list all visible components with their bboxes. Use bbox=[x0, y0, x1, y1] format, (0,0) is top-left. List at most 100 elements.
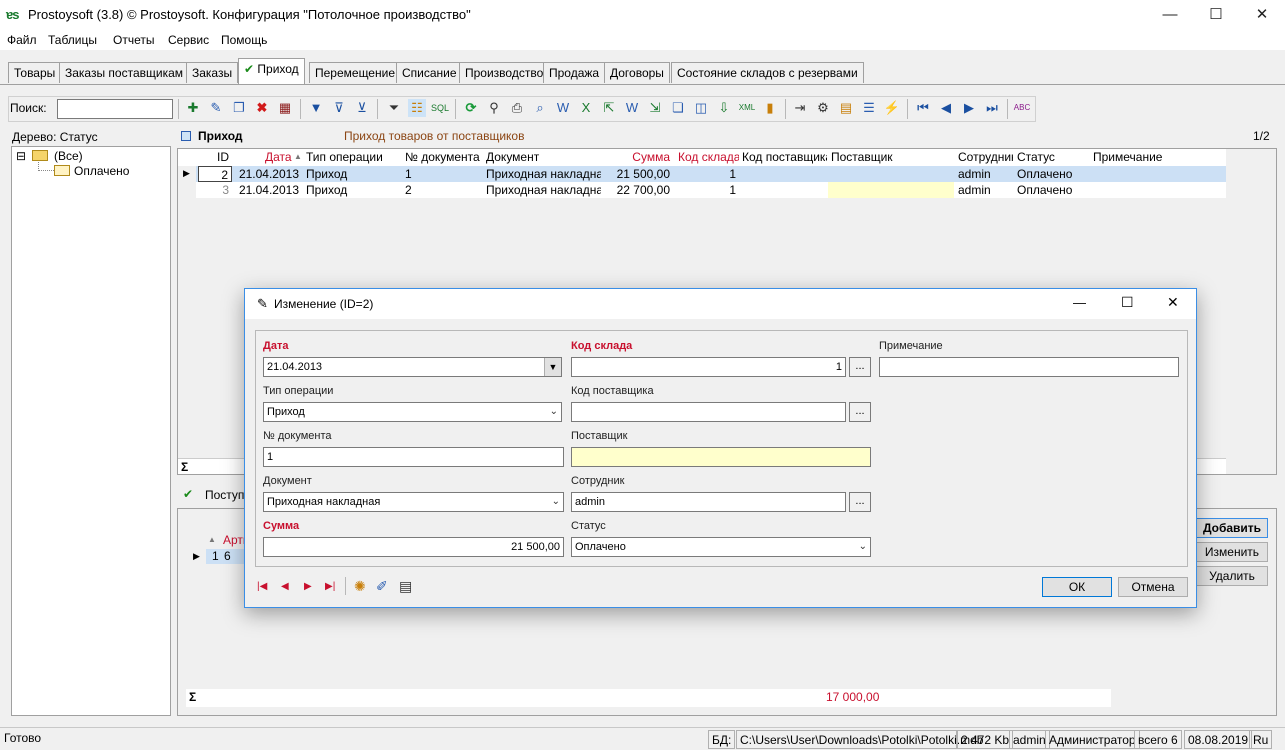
menu-reports[interactable]: Отчеты bbox=[113, 33, 154, 47]
tab-sales[interactable]: Продажа bbox=[543, 62, 606, 83]
minimize-button[interactable]: — bbox=[1147, 0, 1193, 30]
employee-field[interactable]: admin bbox=[571, 492, 846, 512]
detail-cell-article[interactable]: 6 bbox=[224, 549, 231, 563]
cell-date[interactable]: 21.04.2013 bbox=[232, 166, 302, 182]
cell-employee[interactable]: admin bbox=[955, 166, 1013, 182]
cell-supplier[interactable] bbox=[828, 182, 954, 198]
prev-record-icon[interactable]: ◀ bbox=[281, 581, 289, 592]
delete-button[interactable]: Удалить bbox=[1196, 566, 1268, 586]
col-id[interactable]: ID bbox=[214, 149, 236, 165]
maximize-button[interactable]: ☐ bbox=[1193, 0, 1239, 30]
export-xml-icon[interactable]: XML bbox=[738, 99, 756, 117]
tab-income[interactable]: ✔ Приход bbox=[238, 58, 305, 84]
filter-selection-icon[interactable]: ⏷ bbox=[385, 99, 403, 117]
menu-file[interactable]: Файл bbox=[7, 33, 37, 47]
tree-expander-icon[interactable]: ⊟ bbox=[16, 149, 26, 163]
cancel-button[interactable]: Отмена bbox=[1118, 577, 1188, 597]
cell-supplier[interactable] bbox=[828, 166, 954, 182]
cell-supplier-code[interactable] bbox=[739, 182, 827, 198]
col-supplier[interactable]: Поставщик bbox=[828, 149, 954, 165]
tab-production[interactable]: Производство bbox=[459, 62, 550, 83]
first-record-icon[interactable]: |◀ bbox=[257, 581, 267, 592]
note-field[interactable] bbox=[879, 357, 1179, 377]
tab-supplier-orders[interactable]: Заказы поставщикам bbox=[59, 62, 190, 83]
cell-note[interactable] bbox=[1090, 166, 1210, 182]
filter-icon[interactable]: ▼ bbox=[307, 99, 325, 117]
col-sum[interactable]: Сумма bbox=[603, 149, 673, 165]
last-record-icon[interactable]: ▶| bbox=[325, 581, 335, 592]
col-warehouse[interactable]: Код склада bbox=[675, 149, 739, 165]
next-record-icon[interactable]: ▶ bbox=[304, 581, 312, 592]
export-arrow-icon[interactable]: ⇲ bbox=[646, 99, 664, 117]
cell-sum[interactable]: 21 500,00 bbox=[603, 166, 673, 182]
tab-warehouse-state[interactable]: Состояние складов с резервами bbox=[671, 62, 864, 83]
import-icon[interactable]: ⇥ bbox=[791, 99, 809, 117]
detail-cell-num[interactable]: 1 bbox=[212, 549, 219, 563]
export-word-alt-icon[interactable]: W bbox=[623, 99, 641, 117]
supplier-code-field[interactable] bbox=[571, 402, 846, 422]
col-op-type[interactable]: Тип операции bbox=[303, 149, 399, 165]
employee-lookup-button[interactable]: ... bbox=[849, 492, 871, 512]
print-icon[interactable]: ⎙ bbox=[508, 99, 526, 117]
ok-button[interactable]: ОК bbox=[1042, 577, 1112, 597]
cell-note[interactable] bbox=[1090, 182, 1210, 198]
columns-icon[interactable]: ☰ bbox=[860, 99, 878, 117]
cell-date[interactable]: 21.04.2013 bbox=[232, 182, 302, 198]
cell-doc-num[interactable]: 2 bbox=[402, 182, 482, 198]
dialog-maximize-button[interactable]: ☐ bbox=[1121, 294, 1134, 311]
cell-status[interactable]: Оплачено bbox=[1014, 182, 1090, 198]
cell-employee[interactable]: admin bbox=[955, 182, 1013, 198]
dialog-close-button[interactable]: ✕ bbox=[1167, 294, 1179, 311]
add-record-icon[interactable]: ✚ bbox=[184, 99, 202, 117]
col-status[interactable]: Статус bbox=[1014, 149, 1090, 165]
export-word-icon[interactable]: W bbox=[554, 99, 572, 117]
cell-op-type[interactable]: Приход bbox=[303, 182, 399, 198]
cell-op-type[interactable]: Приход bbox=[303, 166, 399, 182]
col-document[interactable]: Документ bbox=[483, 149, 601, 165]
preview-icon[interactable]: ⌕ bbox=[531, 99, 549, 117]
export-html-icon[interactable]: ◫ bbox=[692, 99, 710, 117]
menu-help[interactable]: Помощь bbox=[221, 33, 267, 47]
next-record-icon[interactable]: ▶ bbox=[960, 99, 978, 117]
delete-record-icon[interactable]: ✖ bbox=[253, 99, 271, 117]
filter-reset-icon[interactable]: ⊻ bbox=[353, 99, 371, 117]
table-row[interactable]: 3 21.04.2013 Приход 2 Приходная накладна… bbox=[196, 182, 1226, 198]
paint-icon[interactable]: ✺ bbox=[354, 578, 366, 595]
detail-row[interactable]: 1 6 bbox=[206, 549, 246, 564]
tab-writeoff[interactable]: Списание bbox=[396, 62, 463, 83]
col-doc-num[interactable]: № документа bbox=[402, 149, 482, 165]
cell-warehouse[interactable]: 1 bbox=[675, 182, 739, 198]
cell-supplier-code[interactable] bbox=[739, 166, 827, 182]
col-employee[interactable]: Сотрудник bbox=[955, 149, 1013, 165]
export-doc-icon[interactable]: ❏ bbox=[669, 99, 687, 117]
table-settings-icon[interactable]: ▤ bbox=[837, 99, 855, 117]
edit-button[interactable]: Изменить bbox=[1196, 542, 1268, 562]
chevron-down-icon[interactable]: ▼ bbox=[544, 358, 561, 376]
binoculars-icon[interactable]: ⚲ bbox=[485, 99, 503, 117]
cell-warehouse[interactable]: 1 bbox=[675, 166, 739, 182]
report-icon[interactable]: ▤ bbox=[399, 578, 412, 595]
date-field[interactable]: 21.04.2013 ▼ bbox=[263, 357, 562, 377]
tree-item-all[interactable]: (Все) bbox=[54, 149, 83, 163]
tab-orders[interactable]: Заказы bbox=[186, 62, 239, 83]
lightning-icon[interactable]: ⚡ bbox=[883, 99, 901, 117]
cell-document[interactable]: Приходная накладная bbox=[483, 166, 601, 182]
dialog-minimize-button[interactable]: — bbox=[1073, 295, 1086, 310]
cell-document[interactable]: Приходная накладная bbox=[483, 182, 601, 198]
tab-transfer[interactable]: Перемещение bbox=[309, 62, 401, 83]
copy-record-icon[interactable]: ❐ bbox=[230, 99, 248, 117]
op-type-select[interactable]: Приход ⌄ bbox=[263, 402, 562, 422]
cell-sum[interactable]: 22 700,00 bbox=[603, 182, 673, 198]
refresh-icon[interactable]: ⟳ bbox=[462, 99, 480, 117]
doc-num-field[interactable]: 1 bbox=[263, 447, 564, 467]
delete-table-icon[interactable]: ▦ bbox=[276, 99, 294, 117]
document-select[interactable]: Приходная накладная ⌄ bbox=[263, 492, 564, 512]
close-button[interactable]: ✕ bbox=[1239, 0, 1285, 30]
supplier-code-lookup-button[interactable]: ... bbox=[849, 402, 871, 422]
last-record-icon[interactable]: ⏭ bbox=[983, 99, 1001, 117]
edit-record-icon[interactable]: ✎ bbox=[207, 99, 225, 117]
export-excel-icon[interactable]: X bbox=[577, 99, 595, 117]
warehouse-lookup-button[interactable]: ... bbox=[849, 357, 871, 377]
tab-goods[interactable]: Товары bbox=[8, 62, 62, 83]
cell-id[interactable]: 3 bbox=[198, 182, 232, 198]
